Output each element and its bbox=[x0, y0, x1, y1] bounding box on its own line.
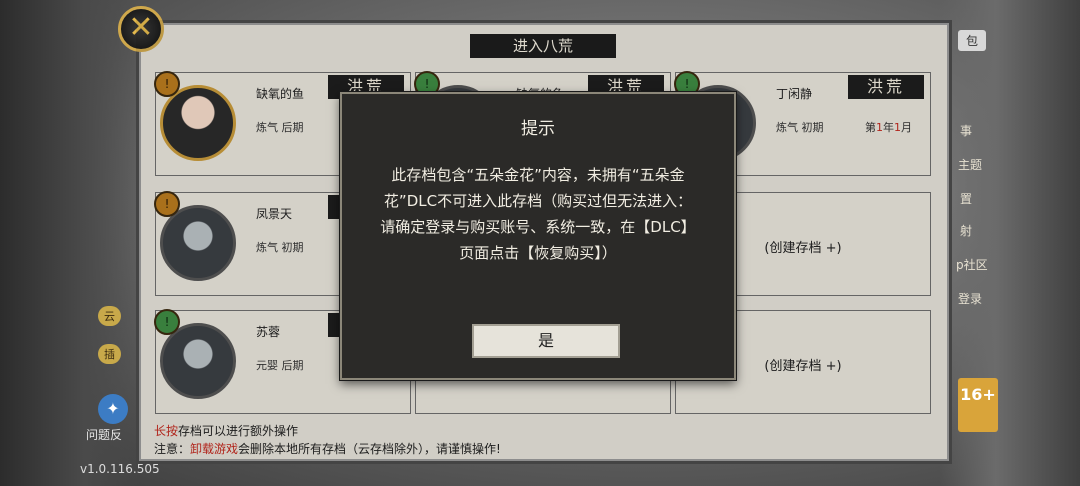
plugin-chip[interactable]: 插 bbox=[98, 344, 121, 364]
dialog-message: 此存档包含“五朵金花”内容，未拥有“五朵金花”DLC不可进入此存档（购买过但无法… bbox=[380, 166, 696, 262]
right-menu-item-event[interactable]: 事 bbox=[960, 122, 972, 139]
confirm-button[interactable]: 是 bbox=[472, 324, 620, 358]
version-label: v1.0.116.505 bbox=[80, 462, 160, 476]
right-menu-item-theme[interactable]: 主题 bbox=[958, 156, 982, 173]
age-rating-badge: 16+ bbox=[958, 378, 998, 432]
dlc-warning-dialog: 提示 此存档包含“五朵金花”内容，未拥有“五朵金花”DLC不可进入此存档（购买过… bbox=[340, 92, 736, 380]
wrench-icon[interactable]: ✦ bbox=[98, 394, 128, 424]
cloud-save-chip-label: 云 bbox=[104, 310, 115, 323]
right-menu-item-shoot[interactable]: 射 bbox=[960, 222, 972, 239]
right-menu-item-community[interactable]: p社区 bbox=[956, 256, 988, 273]
right-menu-item-login[interactable]: 登录 bbox=[958, 290, 982, 307]
dialog-title: 提示 bbox=[521, 119, 555, 139]
cloud-save-chip[interactable]: 云 bbox=[98, 306, 121, 326]
right-menu-item-bag[interactable]: 包 bbox=[958, 30, 987, 51]
help-label: 问题反 bbox=[86, 428, 123, 442]
plugin-chip-label: 插 bbox=[104, 348, 115, 361]
right-menu-item-settings[interactable]: 置 bbox=[960, 190, 972, 207]
